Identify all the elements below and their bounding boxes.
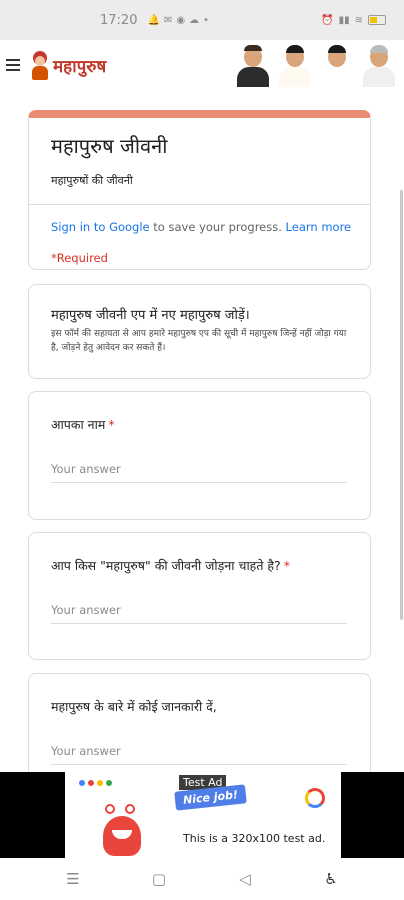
info-title: महापुरुष जीवनी एप में नए महापुरुष जोड़ें… [51, 308, 250, 323]
app-header: महापुरुष [0, 40, 404, 90]
question-label: आप किस "महापुरुष" की जीवनी जोड़ना चाहते … [51, 557, 348, 574]
menu-icon[interactable] [6, 57, 20, 73]
info-text: इस फॉर्म की सहायता से आप हमारे महापुरुष … [51, 329, 347, 353]
question-card-mahapurush: आप किस "महापुरुष" की जीवनी जोड़ना चाहते … [28, 532, 371, 660]
question-label: महापुरुष के बारे में कोई जानकारी दें, [51, 698, 348, 715]
ad-bar: Test Ad Nice job! This is a 320x100 test… [0, 772, 404, 858]
divider [29, 204, 370, 205]
recents-button[interactable]: ☰ [58, 870, 88, 888]
info-answer-input[interactable] [51, 740, 347, 765]
form-title: महापुरुष जीवनी [51, 134, 168, 158]
scrollbar[interactable] [400, 190, 403, 620]
wifi-icon: ≋ [354, 14, 363, 26]
form-header-card: महापुरुष जीवनी महापुरुषों की जीवनी Sign … [28, 110, 371, 270]
form-description: महापुरुषों की जीवनी [51, 174, 133, 187]
app-icon: ◉ [176, 14, 186, 26]
logo-figure-icon [30, 50, 50, 80]
status-time: 17:20 [100, 12, 138, 28]
name-answer-input[interactable] [51, 458, 347, 483]
system-nav-bar: ☰ ▢ ◁ ♿ [0, 858, 404, 900]
status-dot: • [203, 14, 209, 26]
signal-icon: ▮▮ [338, 14, 350, 26]
header-portraits [234, 43, 404, 87]
test-ad[interactable]: Test Ad Nice job! This is a 320x100 test… [65, 772, 341, 858]
ad-dot [106, 780, 112, 786]
monster-mascot-icon [95, 802, 149, 856]
bell-icon: 🔔 [147, 14, 160, 26]
logo-text: महापुरुष [53, 56, 107, 77]
battery-icon [368, 15, 386, 25]
question-card-name: आपका नाम * [28, 391, 371, 520]
portrait-2 [276, 43, 314, 87]
ad-logo-icon[interactable] [305, 788, 325, 808]
mail-icon: ✉ [163, 14, 173, 26]
question-text: आपका नाम [51, 417, 106, 432]
signin-link[interactable]: Sign in to Google [51, 220, 150, 234]
question-label: आपका नाम * [51, 416, 348, 433]
ad-dot [97, 780, 103, 786]
app-logo[interactable]: महापुरुष [30, 50, 106, 80]
accessibility-button[interactable]: ♿ [316, 870, 346, 888]
required-note: *Required [51, 251, 108, 265]
required-star: * [108, 417, 115, 432]
status-right-icons: ⏰ ▮▮ ≋ [321, 15, 386, 26]
notification-icons: 🔔 ✉ ◉ ☁ • [147, 15, 208, 26]
cloud-icon: ☁ [189, 14, 200, 26]
ad-copy: This is a 320x100 test ad. [183, 832, 326, 845]
question-card-info: महापुरुष के बारे में कोई जानकारी दें, [28, 673, 371, 772]
required-star: * [283, 558, 290, 573]
ad-dot [79, 780, 85, 786]
portrait-3 [318, 43, 356, 87]
mahapurush-answer-input[interactable] [51, 599, 347, 624]
back-button[interactable]: ◁ [230, 870, 260, 888]
alarm-icon: ⏰ [321, 14, 334, 26]
form-content[interactable]: महापुरुष जीवनी महापुरुषों की जीवनी Sign … [0, 90, 404, 772]
ad-dots [79, 780, 112, 786]
home-button[interactable]: ▢ [144, 870, 174, 888]
status-bar: 17:20 🔔 ✉ ◉ ☁ • ⏰ ▮▮ ≋ [0, 0, 404, 40]
question-text: महापुरुष के बारे में कोई जानकारी दें, [51, 699, 217, 714]
portrait-4 [360, 43, 398, 87]
ad-dot [88, 780, 94, 786]
question-text: आप किस "महापुरुष" की जीवनी जोड़ना चाहते … [51, 558, 281, 573]
signin-text: to save your progress. [149, 220, 286, 234]
learn-more-link[interactable]: Learn more [286, 220, 352, 234]
info-card: महापुरुष जीवनी एप में नए महापुरुष जोड़ें… [28, 284, 371, 379]
portrait-1 [234, 43, 272, 87]
signin-row: Sign in to Google to save your progress.… [51, 220, 351, 234]
